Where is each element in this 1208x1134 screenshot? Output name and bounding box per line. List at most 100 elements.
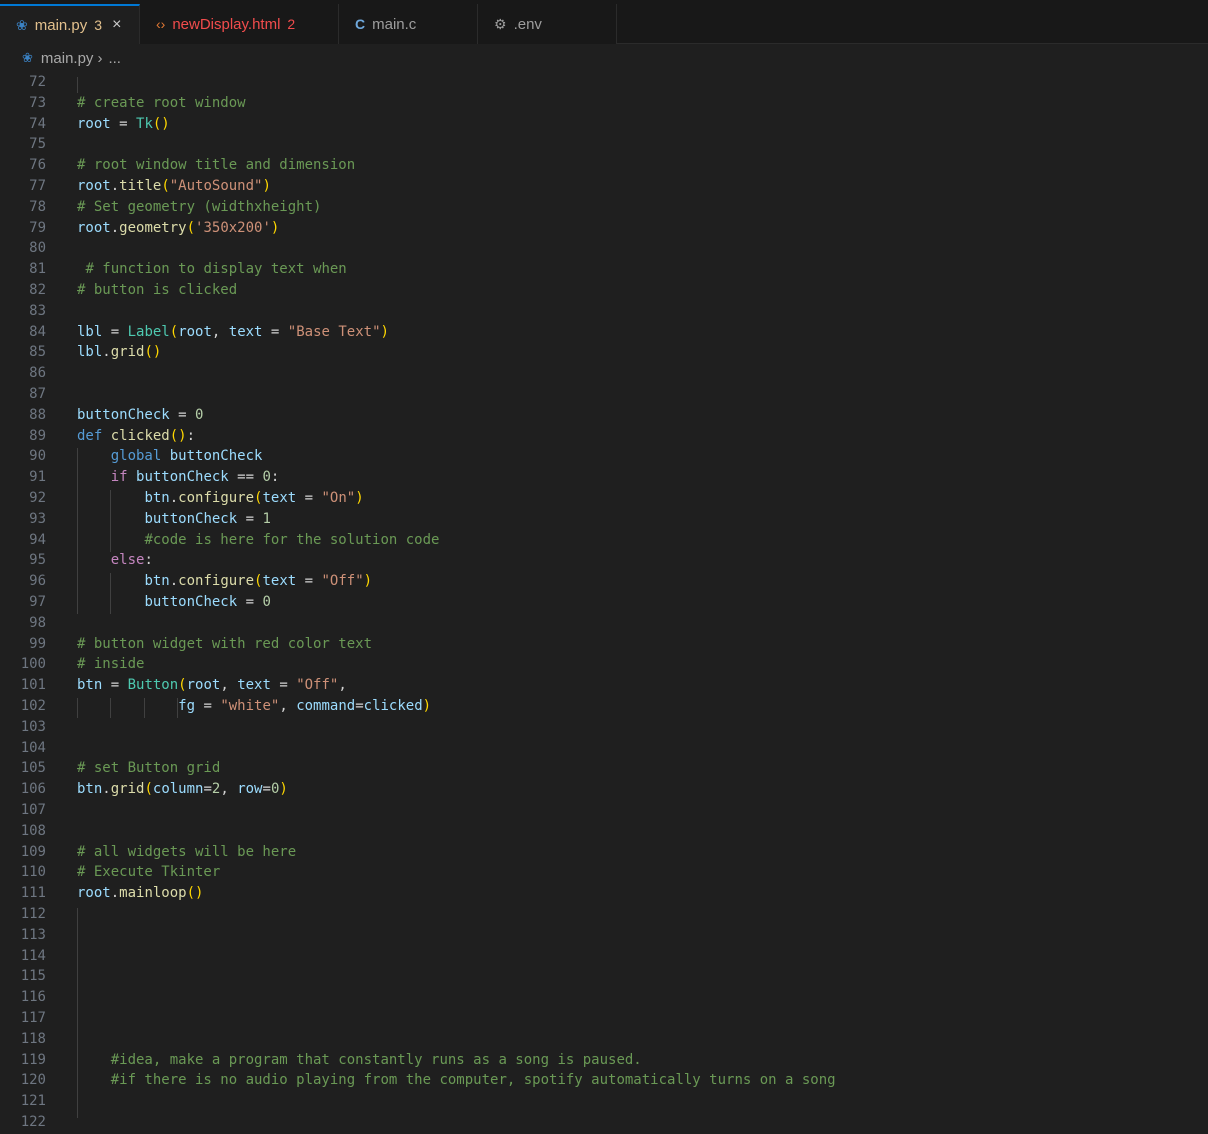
tab-label: .env [513, 15, 542, 33]
code-text: buttonCheck = 0 [77, 594, 271, 610]
code-token: buttonCheck [169, 448, 263, 465]
code-text: if buttonCheck == 0: [77, 469, 280, 486]
code-token: ) [422, 698, 432, 714]
code-line: 101 btn = Button(root, text = "Off", [0, 677, 1208, 697]
code-token: Button [127, 677, 179, 694]
line-number: 88 [29, 406, 46, 423]
code-token: = [270, 677, 297, 694]
breadcrumb-symbols[interactable]: ... [108, 50, 121, 67]
line-number: 97 [29, 594, 46, 610]
code-token: , [211, 323, 229, 340]
code-token: "white" [220, 698, 280, 714]
tab-newdisplay-html[interactable]: ‹› newDisplay.html 2 [140, 4, 339, 44]
line-number: 73 [29, 94, 46, 111]
code-text: buttonCheck = 0 [77, 407, 203, 423]
code-token: root [77, 115, 111, 132]
line-number: 103 [20, 718, 46, 735]
line-number: 108 [20, 822, 46, 839]
code-token: , [220, 781, 238, 798]
code-token: # create root window [77, 94, 246, 111]
line-number: 77 [29, 178, 46, 194]
code-token: mainloop [119, 885, 187, 902]
line-number: 122 [20, 1114, 46, 1130]
line-number: 112 [20, 906, 46, 922]
close-icon[interactable]: × [112, 16, 121, 34]
code-token: root [178, 323, 212, 340]
code-line: 93 buttonCheck = 1 [0, 511, 1208, 531]
code-token: , [220, 677, 238, 694]
tab-env[interactable]: ⚙ .env [478, 4, 617, 44]
code-token: # button is clicked [77, 282, 238, 298]
code-token: clicked [363, 698, 423, 714]
line-number: 83 [29, 302, 46, 319]
editor-tab-bar: ❀ main.py 3 × ‹› newDisplay.html 2 C mai… [0, 0, 1208, 44]
code-token: ) [279, 781, 288, 798]
code-text: # button widget with red color text [77, 636, 372, 652]
code-text: #code is here for the solution code [77, 532, 439, 548]
code-editor[interactable]: 72 73 # create root window 74 root = Tk() 75 7… [0, 72, 1208, 1130]
line-number: 74 [29, 115, 46, 132]
code-line: 78 # Set geometry (widthxheight) [0, 199, 1208, 219]
code-token: = [237, 594, 263, 610]
code-token: . [110, 885, 120, 902]
line-number: 82 [29, 282, 46, 298]
code-text: # Set geometry (widthxheight) [77, 199, 321, 215]
code-token: # button widget with red color text [77, 635, 373, 652]
code-token: command [296, 698, 356, 714]
code-line: 121 [0, 1093, 1208, 1113]
line-number: 86 [29, 365, 46, 382]
code-token: = [110, 115, 137, 132]
code-text: #idea, make a program that constantly ru… [77, 1052, 642, 1068]
breadcrumb-file[interactable]: main.py [41, 50, 94, 67]
code-line: 120 #if there is no audio playing from t… [0, 1072, 1208, 1092]
code-line: 109 # all widgets will be here [0, 844, 1208, 864]
line-number: 102 [20, 698, 46, 714]
code-token: buttonCheck [77, 406, 170, 423]
line-number: 104 [20, 739, 46, 756]
code-token: ) [380, 323, 389, 340]
code-token: #idea, make a program that constantly ru… [110, 1051, 642, 1068]
code-token: ) [363, 573, 373, 590]
code-line: 84 lbl = Label(root, text = "Base Text") [0, 324, 1208, 344]
code-text: # function to display text when [77, 261, 346, 277]
tab-label: newDisplay.html [172, 15, 281, 33]
code-token: ( [169, 323, 179, 340]
line-number: 78 [29, 198, 46, 215]
code-line: 107 [0, 802, 1208, 822]
code-token: () [144, 344, 162, 361]
code-token: = [237, 510, 263, 527]
code-token: btn [144, 573, 170, 590]
code-token: "Off" [321, 573, 364, 590]
line-number: 72 [29, 74, 46, 90]
code-token: # Execute Tkinter [77, 864, 221, 881]
code-token: # Set geometry (widthxheight) [77, 198, 322, 215]
line-number: 79 [29, 219, 46, 236]
tab-main-c[interactable]: C main.c [339, 4, 478, 44]
line-number: 114 [20, 947, 46, 964]
code-token: lbl [77, 323, 103, 340]
code-line: 89 def clicked(): [0, 428, 1208, 448]
tab-main-py[interactable]: ❀ main.py 3 × [0, 4, 140, 44]
code-text: # create root window [77, 95, 246, 111]
code-token: btn [77, 677, 103, 694]
code-token: () [152, 115, 170, 132]
code-token: = [296, 490, 322, 506]
code-line: 114 [0, 948, 1208, 968]
chevron-right-icon: › [97, 49, 103, 67]
code-token: title [119, 178, 162, 194]
code-token: root [77, 178, 111, 194]
code-token: 0 [262, 594, 271, 610]
line-number: 121 [20, 1093, 46, 1110]
code-token: configure [178, 573, 255, 590]
code-line: 119 #idea, make a program that constantl… [0, 1052, 1208, 1072]
code-token: = [102, 323, 128, 340]
code-line: 98 [0, 615, 1208, 635]
code-token: #code is here for the solution code [144, 531, 440, 548]
code-token: Label [127, 323, 170, 340]
code-token: = [355, 698, 364, 714]
code-token: , [338, 677, 347, 694]
code-token: == [228, 469, 263, 486]
